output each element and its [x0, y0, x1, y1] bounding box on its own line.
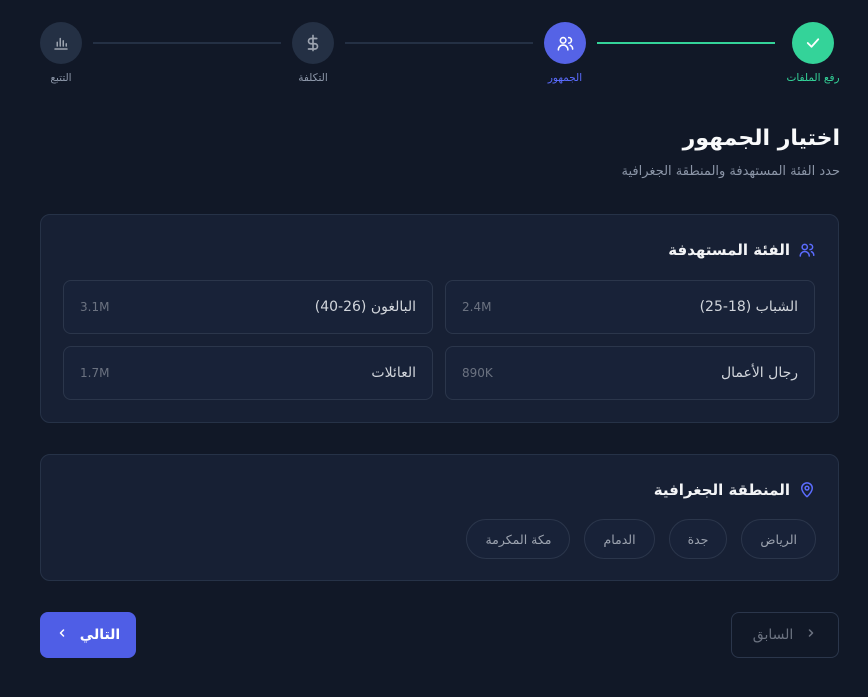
step-cost[interactable]: التكلفة [273, 22, 353, 84]
audience-option-families[interactable]: العائلات 1.7M [63, 346, 433, 400]
step-audience[interactable]: الجمهور [525, 22, 605, 84]
city-chip-riyadh[interactable]: الرياض [741, 519, 816, 559]
audience-option-business[interactable]: رجال الأعمال 890K [445, 346, 815, 400]
step-upload[interactable]: رفع الملفات [773, 22, 853, 84]
step-label: رفع الملفات [786, 72, 840, 84]
audience-option-adults[interactable]: البالغون (26-40) 3.1M [63, 280, 433, 334]
audience-card: الفئة المستهدفة الشباب (18-25) 2.4M البا… [40, 214, 839, 423]
step-connector-complete [597, 42, 775, 44]
city-chip-dammam[interactable]: الدمام [584, 519, 655, 559]
step-tracking[interactable]: التتبع [21, 22, 101, 84]
step-connector [345, 42, 533, 44]
users-icon [798, 241, 816, 259]
option-label: البالغون (26-40) [314, 299, 416, 315]
chevron-right-icon [805, 627, 817, 643]
step-connector [93, 42, 281, 44]
page-subtitle: حدد الفئة المستهدفة والمنطقة الجغرافية [621, 164, 840, 179]
option-reach: 890K [462, 366, 493, 380]
map-pin-icon [798, 481, 816, 499]
city-chip-makkah[interactable]: مكة المكرمة [466, 519, 571, 559]
region-card-header: المنطقة الجغرافية [654, 481, 816, 499]
page-title: اختيار الجمهور [682, 126, 840, 151]
option-reach: 1.7M [80, 366, 110, 380]
city-chip-group: الرياض جدة الدمام مكة المكرمة [466, 519, 816, 559]
next-button-label: التالي [79, 627, 121, 643]
progress-stepper: التتبع التكلفة الجمهور رفع الملفات [40, 22, 840, 92]
previous-button-label: السابق [752, 627, 794, 643]
option-label: رجال الأعمال [720, 365, 798, 381]
previous-button[interactable]: السابق [731, 612, 839, 658]
option-label: الشباب (18-25) [699, 299, 798, 315]
audience-card-title: الفئة المستهدفة [668, 241, 790, 259]
option-reach: 2.4M [462, 300, 492, 314]
chevron-left-icon [56, 627, 68, 643]
step-label: الجمهور [547, 72, 583, 84]
option-label: العائلات [371, 365, 416, 381]
users-icon [544, 22, 586, 64]
region-card: المنطقة الجغرافية الرياض جدة الدمام مكة … [40, 454, 839, 581]
audience-option-youth[interactable]: الشباب (18-25) 2.4M [445, 280, 815, 334]
bar-chart-icon [40, 22, 82, 64]
step-label: التكلفة [298, 72, 328, 84]
option-reach: 3.1M [80, 300, 110, 314]
audience-card-header: الفئة المستهدفة [668, 241, 816, 259]
city-chip-jeddah[interactable]: جدة [668, 519, 728, 559]
next-button[interactable]: التالي [40, 612, 136, 658]
step-label: التتبع [50, 72, 72, 84]
dollar-icon [292, 22, 334, 64]
check-icon [792, 22, 834, 64]
region-card-title: المنطقة الجغرافية [653, 481, 790, 499]
